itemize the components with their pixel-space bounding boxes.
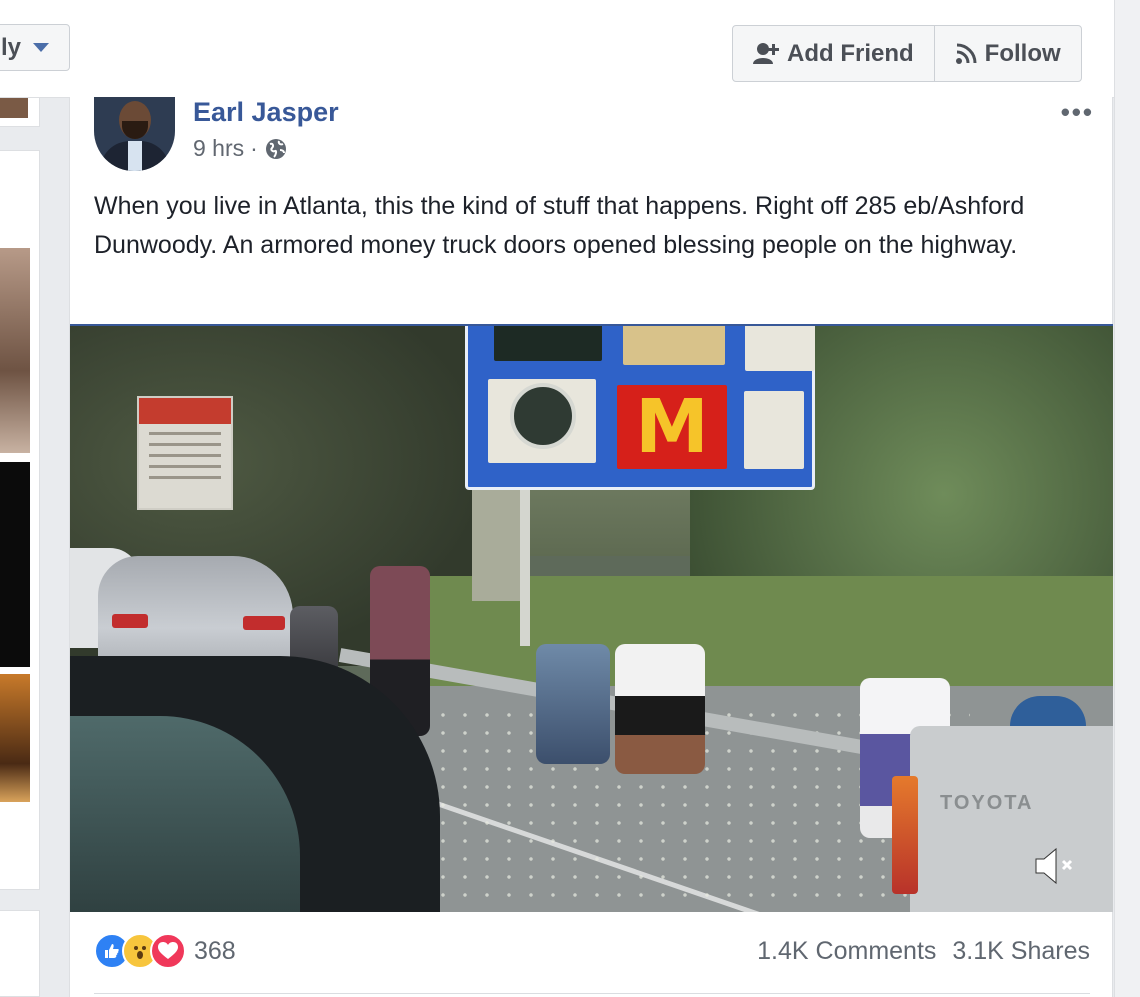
sign-logo: M (635, 384, 709, 470)
shares-count-link[interactable]: 3.1K Shares (952, 937, 1090, 966)
left-column-card (0, 910, 40, 997)
photo-thumbnail[interactable] (0, 248, 30, 453)
sign-post (472, 476, 522, 601)
comments-count-link[interactable]: 1.4K Comments (757, 937, 936, 966)
dropdown-label: ly (1, 33, 22, 61)
speaker-muted-icon[interactable] (1032, 846, 1078, 895)
add-friend-label: Add Friend (787, 39, 914, 67)
truck-brand: TOYOTA (940, 792, 1034, 814)
photo-thumbnail[interactable] (0, 674, 30, 802)
post-card: Earl Jasper 9 hrs · ••• When you live in… (69, 97, 1113, 997)
globe-icon[interactable] (264, 137, 288, 161)
reaction-icons[interactable] (94, 933, 186, 969)
person (536, 644, 610, 764)
love-icon (150, 933, 186, 969)
rss-follow-icon (955, 43, 977, 64)
add-friend-button[interactable]: Add Friend (733, 26, 934, 81)
post-timestamp[interactable]: 9 hrs (193, 135, 244, 162)
follow-label: Follow (984, 39, 1061, 67)
chevron-down-icon (33, 43, 50, 52)
person (615, 644, 705, 774)
post-text: When you live in Atlanta, this the kind … (94, 192, 1025, 259)
photo-thumbnail[interactable] (0, 462, 30, 667)
post-options-icon[interactable]: ••• (1061, 97, 1094, 128)
dark-car-foreground (70, 656, 440, 912)
post-footer: 368 1.4K Comments 3.1K Shares (94, 927, 1090, 975)
post-video[interactable]: M TOYOTA (70, 324, 1113, 912)
coffee-logo-icon (510, 383, 576, 449)
follow-button[interactable]: Follow (933, 26, 1081, 81)
pickup-truck: TOYOTA (892, 726, 1113, 912)
post-meta: 9 hrs · (193, 135, 288, 162)
audience-dropdown[interactable]: ly (0, 24, 70, 71)
left-thumbnail[interactable] (0, 98, 28, 118)
reaction-count[interactable]: 368 (194, 937, 236, 966)
footer-divider (94, 993, 1090, 994)
avatar[interactable] (94, 97, 175, 171)
scrollbar-track[interactable] (1114, 0, 1140, 997)
highway-food-sign: M (465, 326, 815, 490)
post-author-name[interactable]: Earl Jasper (193, 97, 339, 128)
profile-action-buttons: Add Friend Follow (732, 25, 1082, 82)
left-column-card (0, 97, 40, 127)
post-stats: 1.4K Comments 3.1K Shares (757, 937, 1090, 966)
speeding-fines-sign (137, 396, 233, 510)
top-bar: ly Add Friend Follow (0, 0, 1114, 98)
meta-separator: · (250, 135, 258, 161)
add-person-icon (753, 42, 779, 64)
